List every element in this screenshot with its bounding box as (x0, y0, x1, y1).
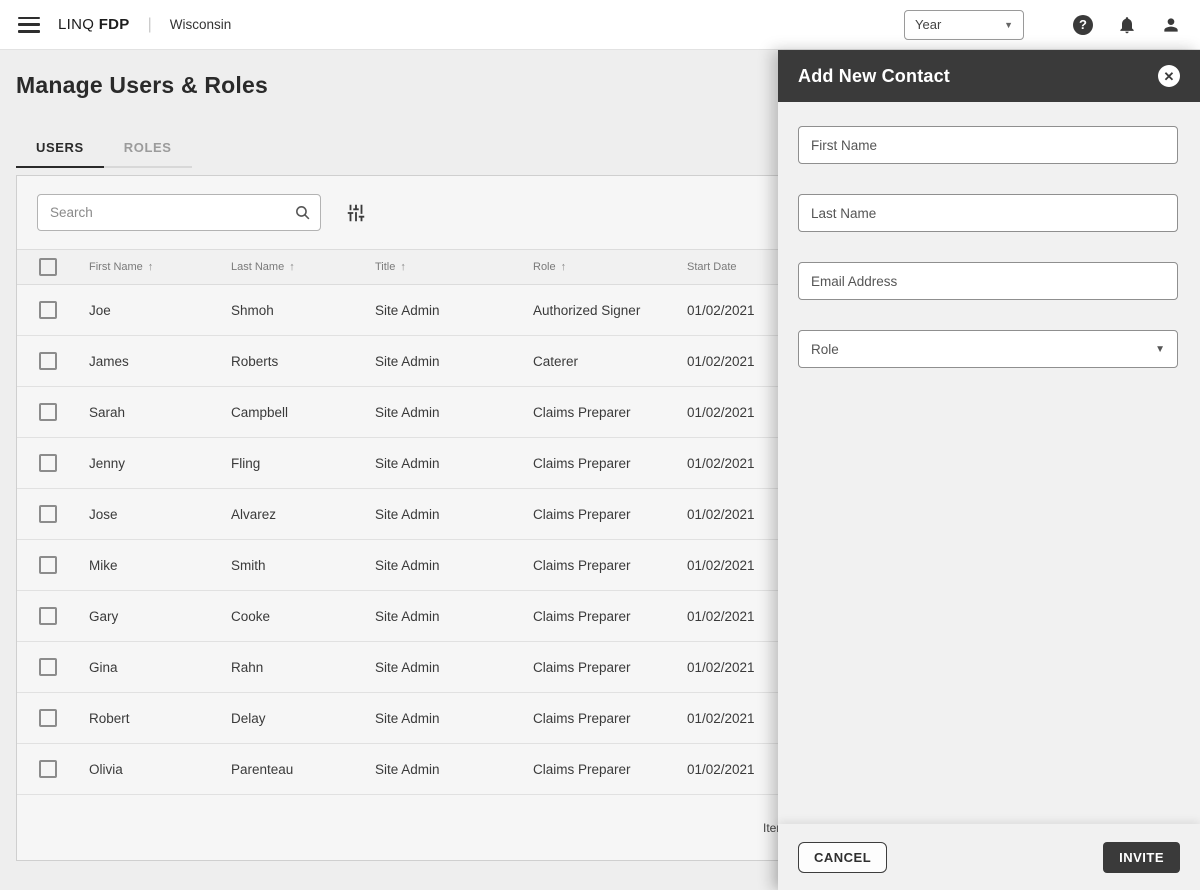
row-checkbox[interactable] (39, 301, 57, 319)
cell-title: Site Admin (375, 455, 440, 471)
column-header-title[interactable]: Title ↑ (375, 261, 533, 273)
page-title: Manage Users & Roles (16, 72, 268, 98)
role-select[interactable]: Role ▼ (798, 330, 1178, 368)
column-header-role[interactable]: Role ↑ (533, 261, 687, 273)
district-name: Wisconsin (169, 17, 232, 32)
cell-first-name: Mike (89, 557, 118, 573)
cell-title: Site Admin (375, 659, 440, 675)
tab-users[interactable]: USERS (16, 130, 104, 168)
tabs: USERS ROLES (16, 130, 192, 168)
account-button[interactable] (1160, 14, 1182, 36)
drawer-title: Add New Contact (798, 65, 951, 86)
close-icon[interactable]: ✕ (1158, 65, 1180, 87)
cell-first-name: Gina (89, 659, 118, 675)
cell-last-name: Parenteau (231, 761, 294, 777)
drawer-header: Add New Contact ✕ (778, 50, 1200, 102)
cell-role: Claims Preparer (533, 506, 631, 522)
help-icon: ? (1073, 14, 1093, 35)
cell-first-name: Olivia (89, 761, 123, 777)
sort-asc-icon: ↑ (289, 261, 295, 273)
chevron-down-icon: ▼ (1004, 19, 1013, 30)
column-header-last-name[interactable]: Last Name ↑ (231, 261, 375, 273)
cell-role: Claims Preparer (533, 659, 631, 675)
chevron-down-icon: ▼ (1155, 343, 1165, 355)
cell-last-name: Delay (231, 710, 266, 726)
tune-icon (347, 204, 365, 221)
cell-first-name: Robert (89, 710, 130, 726)
row-checkbox[interactable] (39, 454, 57, 472)
hamburger-menu-icon[interactable] (18, 16, 40, 33)
tab-roles[interactable]: ROLES (103, 130, 192, 168)
row-checkbox[interactable] (39, 352, 57, 370)
cell-role: Claims Preparer (533, 557, 631, 573)
cancel-button[interactable]: CANCEL (798, 841, 888, 873)
column-header-first-name[interactable]: First Name ↑ (89, 261, 231, 273)
cell-first-name: Jenny (89, 455, 126, 471)
row-checkbox[interactable] (39, 760, 57, 778)
cell-first-name: Sarah (89, 404, 126, 420)
cell-first-name: Joe (89, 302, 111, 318)
sort-asc-icon: ↑ (400, 261, 406, 273)
cell-title: Site Admin (375, 710, 440, 726)
brand-primary: LINQ (58, 16, 95, 33)
sort-asc-icon: ↑ (560, 261, 567, 273)
add-new-contact-drawer: Add New Contact ✕ Role ▼ CANCEL INVITE (778, 50, 1200, 890)
cell-title: Site Admin (375, 302, 440, 318)
drawer-footer: CANCEL INVITE (778, 824, 1200, 890)
cell-last-name: Alvarez (231, 506, 277, 522)
cell-title: Site Admin (375, 353, 440, 369)
row-checkbox[interactable] (39, 607, 57, 625)
brand-logo: LINQ FDP (58, 16, 130, 33)
cell-title: Site Admin (375, 557, 440, 573)
cell-title: Site Admin (375, 608, 440, 624)
topbar: LINQ FDP | Wisconsin Year ▼ ? (0, 0, 1200, 50)
year-select-value: Year (915, 17, 942, 32)
search-input[interactable] (37, 194, 321, 231)
select-all-checkbox[interactable] (39, 258, 57, 276)
row-checkbox[interactable] (39, 403, 57, 421)
cell-first-name: Gary (89, 608, 119, 624)
help-button[interactable]: ? (1072, 14, 1094, 36)
row-checkbox[interactable] (39, 505, 57, 523)
filter-button[interactable] (345, 202, 367, 224)
cell-role: Claims Preparer (533, 761, 631, 777)
cell-last-name: Roberts (231, 353, 279, 369)
row-checkbox[interactable] (39, 709, 57, 727)
last-name-field[interactable] (798, 194, 1178, 232)
row-checkbox[interactable] (39, 658, 57, 676)
cell-title: Site Admin (375, 404, 440, 420)
cell-role: Caterer (533, 353, 579, 369)
drawer-body: Role ▼ (778, 102, 1200, 824)
cell-first-name: Jose (89, 506, 118, 522)
invite-button[interactable]: INVITE (1103, 841, 1180, 873)
cell-last-name: Fling (231, 455, 261, 471)
year-select[interactable]: Year ▼ (904, 9, 1024, 40)
cell-title: Site Admin (375, 761, 440, 777)
cell-title: Site Admin (375, 506, 440, 522)
search-icon (296, 206, 310, 220)
cell-last-name: Shmoh (231, 302, 274, 318)
person-icon (1164, 17, 1178, 32)
brand-secondary: FDP (98, 16, 130, 33)
notifications-button[interactable] (1116, 14, 1138, 36)
cell-role: Authorized Signer (533, 302, 641, 318)
cell-role: Claims Preparer (533, 608, 631, 624)
cell-role: Claims Preparer (533, 710, 631, 726)
cell-last-name: Campbell (231, 404, 289, 420)
role-select-placeholder: Role (811, 341, 839, 357)
bell-icon (1120, 16, 1134, 33)
row-checkbox[interactable] (39, 556, 57, 574)
email-address-field[interactable] (798, 262, 1178, 300)
cell-last-name: Rahn (231, 659, 264, 675)
cell-last-name: Smith (231, 557, 266, 573)
topbar-divider: | (147, 15, 152, 33)
first-name-field[interactable] (798, 126, 1178, 164)
cell-role: Claims Preparer (533, 455, 631, 471)
cell-role: Claims Preparer (533, 404, 631, 420)
cell-first-name: James (89, 353, 129, 369)
cell-last-name: Cooke (231, 608, 271, 624)
sort-asc-icon: ↑ (147, 261, 154, 273)
